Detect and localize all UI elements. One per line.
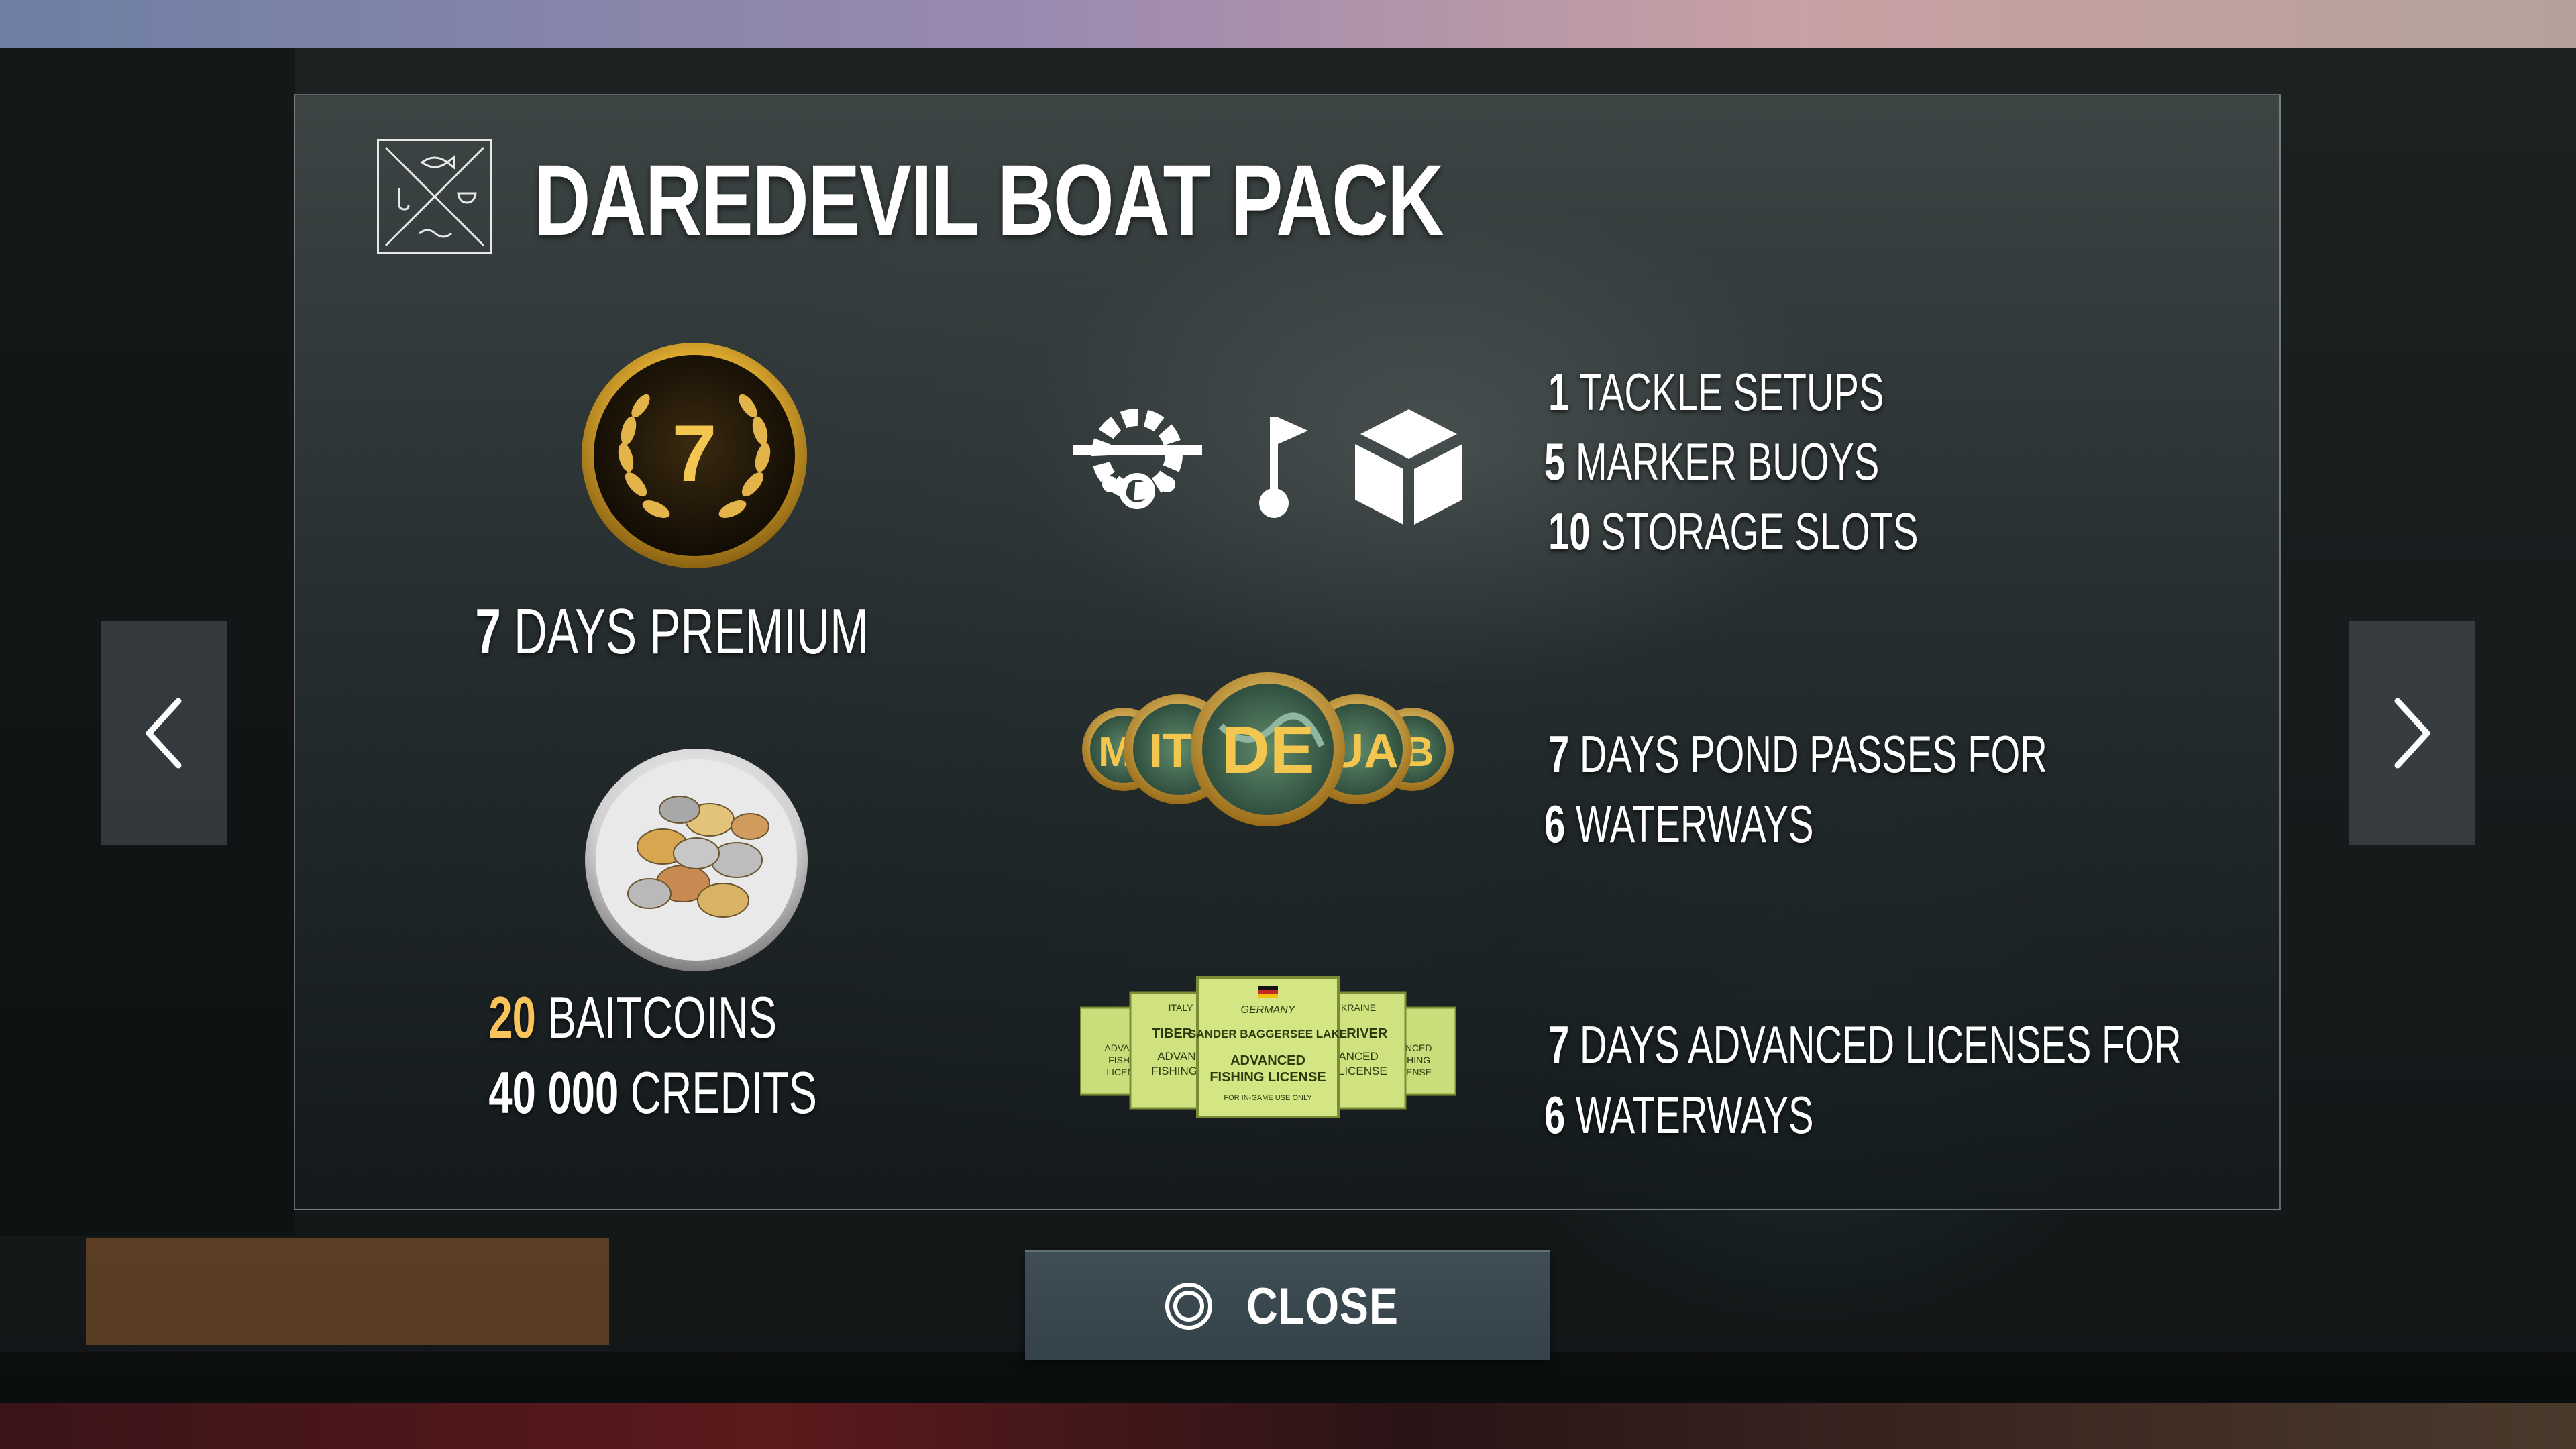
close-button-label: CLOSE <box>1246 1277 1399 1335</box>
baitcoins-text: 20 BAITCOINS <box>488 981 777 1055</box>
pond-pass-medals: M B IT UA DE <box>1082 672 1454 826</box>
pond-pass-medal: DE <box>1191 672 1345 826</box>
tackle-gear-icon <box>1073 409 1202 509</box>
svg-text:ITALY: ITALY <box>1169 1002 1193 1013</box>
page-title: DAREDEVIL BOAT PACK <box>534 144 1444 256</box>
storage-box-icon <box>1355 409 1462 525</box>
pond-passes-line-2: 6 WATERWAYS <box>1544 790 1814 857</box>
svg-text:GERMANY: GERMANY <box>1241 1004 1296 1016</box>
feature-tackle-setups: 1 TACKLE SETUPS <box>1548 358 1884 425</box>
background-sky <box>0 0 2576 48</box>
chevron-left-icon <box>146 698 182 769</box>
feature-icons <box>1073 409 1462 525</box>
premium-amount: 7 <box>475 596 501 667</box>
baitcoins-amount: 20 <box>488 984 536 1051</box>
pond-passes-waterway-label: WATERWAYS <box>1575 794 1814 853</box>
pond-passes-waterway-count: 6 <box>1544 794 1566 853</box>
premium-laurel-icon: 7 <box>582 343 807 568</box>
feature-label: STORAGE SLOTS <box>1601 502 1919 561</box>
svg-text:SANDER BAGGERSEE LAKE: SANDER BAGGERSEE LAKE <box>1189 1028 1347 1040</box>
licenses-waterway-count: 6 <box>1544 1085 1566 1144</box>
pond-passes-amount: 7 <box>1548 724 1570 784</box>
baitcoins-credits-icon <box>585 749 808 971</box>
licenses-amount: 7 <box>1548 1015 1570 1074</box>
feature-amount: 1 <box>1548 362 1570 421</box>
svg-text:FISHING LICENSE: FISHING LICENSE <box>1210 1070 1326 1085</box>
premium-text: 7 DAYS PREMIUM <box>475 592 868 672</box>
credits-label: CREDITS <box>630 1059 817 1126</box>
svg-text:IT: IT <box>1149 724 1192 778</box>
close-button[interactable]: CLOSE <box>1025 1250 1550 1360</box>
svg-text:FOR IN-GAME USE ONLY: FOR IN-GAME USE ONLY <box>1224 1094 1312 1102</box>
next-pack-button[interactable] <box>2349 621 2475 845</box>
chevron-right-icon <box>2394 698 2430 769</box>
marker-buoy-icon <box>1259 417 1308 518</box>
background-travel-button <box>86 1238 609 1345</box>
previous-pack-button[interactable] <box>101 621 227 845</box>
background-bottom <box>0 1403 2576 1449</box>
feature-label: MARKER BUOYS <box>1575 432 1880 491</box>
feature-amount: 10 <box>1548 502 1591 561</box>
premium-badge-number: 7 <box>672 409 717 498</box>
credits-amount: 40 000 <box>488 1059 619 1126</box>
baitcoins-label: BAITCOINS <box>547 984 777 1051</box>
licenses-line-2: 6 WATERWAYS <box>1544 1081 1814 1148</box>
svg-text:ADVANCED: ADVANCED <box>1230 1053 1305 1068</box>
pond-passes-line-1: 7 DAYS POND PASSES FOR <box>1548 720 2047 788</box>
svg-text:UKRAINE: UKRAINE <box>1334 1002 1376 1013</box>
fishing-license-cards: ADVAN FISHI LICEN ANCED SHING CENSE ITAL… <box>1080 976 1456 1118</box>
svg-text:FISHI: FISHI <box>1108 1055 1132 1065</box>
pack-logo-icon <box>377 139 492 254</box>
licenses-line-1: 7 DAYS ADVANCED LICENSES FOR <box>1548 1011 2182 1078</box>
feature-amount: 5 <box>1544 432 1566 491</box>
feature-label: TACKLE SETUPS <box>1578 362 1884 421</box>
svg-text:DE: DE <box>1222 712 1315 788</box>
premium-label: DAYS PREMIUM <box>514 596 869 667</box>
licenses-waterway-label: WATERWAYS <box>1575 1085 1814 1144</box>
feature-storage-slots: 10 STORAGE SLOTS <box>1548 498 1918 565</box>
license-card-germany: GERMANY SANDER BAGGERSEE LAKE ADVANCED F… <box>1189 976 1347 1118</box>
credits-text: 40 000 CREDITS <box>488 1056 816 1130</box>
feature-marker-buoys: 5 MARKER BUOYS <box>1544 428 1879 495</box>
licenses-label: DAYS ADVANCED LICENSES FOR <box>1579 1015 2182 1074</box>
pond-passes-label: DAYS POND PASSES FOR <box>1579 724 2047 784</box>
circle-button-icon <box>1165 1283 1212 1330</box>
pack-details-modal: DAREDEVIL BOAT PACK 7 7 DAYS PREMIUM 20 … <box>294 94 2281 1210</box>
